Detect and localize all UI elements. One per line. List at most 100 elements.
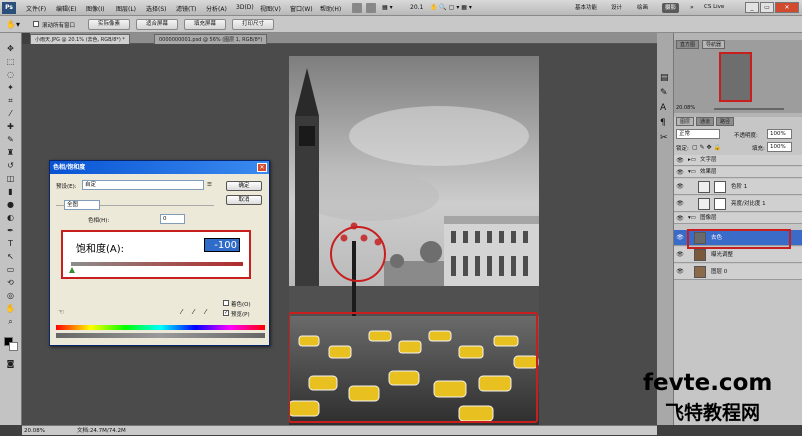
visibility-eye-icon[interactable]: 👁 (676, 167, 684, 178)
cs-live-button[interactable]: CS Live (704, 4, 724, 10)
crop-tool-icon[interactable]: ⌗ (5, 95, 16, 106)
clone-stamp-icon[interactable]: ♜ (5, 147, 16, 158)
tab-channels[interactable]: 通道 (696, 117, 715, 126)
3d-rotate-icon[interactable]: ⟲ (5, 277, 16, 288)
visibility-eye-icon[interactable]: 👁 (676, 179, 684, 195)
more-workspaces-icon[interactable]: » (690, 4, 694, 11)
history-icon[interactable]: ▤ (660, 73, 669, 83)
preview-checkbox[interactable]: ✓ (223, 310, 229, 316)
mini-bridge-icon[interactable] (366, 3, 376, 13)
visibility-eye-icon[interactable]: 👁 (676, 264, 684, 280)
saturation-slider-thumb[interactable] (69, 267, 75, 273)
workspace-photography[interactable]: 摄影 (662, 3, 680, 13)
pen-tool-icon[interactable]: ✒ (5, 225, 16, 236)
hand-icon[interactable]: ✋ 🔍 ▢ ▾ ▦ ▾ (430, 4, 472, 11)
menu-layer[interactable]: 图层(L) (116, 4, 136, 13)
zoom-level[interactable]: 20.1 (410, 4, 423, 11)
paragraph-icon[interactable]: ¶ (660, 118, 666, 128)
eyedropper-add-icon[interactable]: ⁄ (193, 308, 194, 316)
layer-levels[interactable]: 👁 色阶 1 (674, 179, 802, 195)
magic-wand-icon[interactable]: ✦ (5, 82, 16, 93)
tab-histogram[interactable]: 直方图 (676, 40, 700, 49)
grid-icon[interactable]: ▦ ▾ (382, 4, 393, 11)
tab-paths[interactable]: 路径 (716, 117, 735, 126)
workspace-design[interactable]: 设计 (608, 2, 625, 14)
saturation-input[interactable]: -100 (204, 238, 240, 252)
fill-input[interactable]: 100% (767, 142, 792, 152)
history-brush-icon[interactable]: ↺ (5, 160, 16, 171)
shape-tool-icon[interactable]: ▭ (5, 264, 16, 275)
dialog-close-icon[interactable]: ✕ (257, 163, 267, 172)
brush-tool-icon[interactable]: ✎ (5, 134, 16, 145)
tab-navigator[interactable]: 导航器 (702, 40, 726, 49)
layer-0[interactable]: 👁 图层 0 (674, 264, 802, 280)
hand-tool-icon[interactable]: ✋ (5, 303, 16, 314)
fit-screen-button[interactable]: 适合屏幕 (136, 19, 178, 30)
bridge-icon[interactable] (352, 3, 362, 13)
menu-edit[interactable]: 编辑(E) (56, 4, 76, 13)
on-image-adjust-icon[interactable]: ☜ (58, 308, 64, 316)
3d-orbit-icon[interactable]: ◎ (5, 290, 16, 301)
menu-select[interactable]: 选择(S) (146, 4, 167, 13)
navigator-zoom[interactable]: 20.08% (676, 105, 695, 111)
gradient-tool-icon[interactable]: ▮ (5, 186, 16, 197)
hand-tool-icon[interactable]: ✋▾ (6, 20, 20, 29)
menu-3d[interactable]: 3D(D) (236, 4, 254, 11)
layer-brightness-contrast[interactable]: 👁 亮度/对比度 1 (674, 196, 802, 212)
cancel-button[interactable]: 取消 (226, 195, 262, 205)
visibility-eye-icon[interactable]: 👁 (676, 155, 684, 166)
eyedropper-subtract-icon[interactable]: ⁄ (205, 308, 206, 316)
saturation-slider-track[interactable] (71, 262, 243, 266)
menu-image[interactable]: 图像(I) (86, 4, 104, 13)
ok-button[interactable]: 确定 (226, 181, 262, 191)
preset-select[interactable]: 自定 (82, 180, 204, 190)
tool-presets-icon[interactable]: ✂ (660, 133, 668, 143)
navigator-zoom-slider[interactable] (714, 108, 784, 110)
menu-filter[interactable]: 滤镜(T) (176, 4, 196, 13)
visibility-eye-icon[interactable]: 👁 (676, 213, 684, 224)
path-select-icon[interactable]: ↖ (5, 251, 16, 262)
eyedropper-icon[interactable]: ⁄ (181, 308, 182, 316)
background-color-swatch[interactable] (9, 342, 18, 351)
marquee-tool-icon[interactable]: ⬚ (5, 56, 16, 67)
print-size-button[interactable]: 打印尺寸 (232, 19, 274, 30)
zoom-tool-icon[interactable]: ⌕ (5, 316, 16, 327)
lasso-tool-icon[interactable]: ◌ (5, 69, 16, 80)
workspace-painting[interactable]: 绘画 (634, 2, 651, 14)
eraser-tool-icon[interactable]: ◫ (5, 173, 16, 184)
preset-options-icon[interactable]: ☰ (207, 182, 212, 188)
navigator-thumbnail[interactable] (719, 52, 752, 102)
character-icon[interactable]: A (660, 103, 666, 113)
dialog-title[interactable]: 色相/饱和度 (50, 161, 269, 174)
blur-tool-icon[interactable]: ● (5, 199, 16, 210)
channel-select[interactable]: 全图 (64, 200, 100, 210)
close-button[interactable]: ✕ (775, 2, 799, 13)
blend-mode-select[interactable]: 正常 (676, 129, 720, 139)
menu-file[interactable]: 文件(F) (26, 4, 46, 13)
type-tool-icon[interactable]: T (5, 238, 16, 249)
lock-icons[interactable]: ▢ ✎ ✥ 🔒 (692, 144, 721, 151)
layer-exposure[interactable]: 👁 曝光调整 (674, 247, 802, 263)
menu-help[interactable]: 帮助(H) (320, 4, 341, 13)
move-tool-icon[interactable]: ✥ (5, 43, 16, 54)
workspace-essentials[interactable]: 基本功能 (572, 2, 600, 14)
layer-mask-thumbnail[interactable] (714, 181, 726, 193)
healing-brush-icon[interactable]: ✚ (5, 121, 16, 132)
menu-window[interactable]: 窗口(W) (290, 4, 313, 13)
brush-presets-icon[interactable]: ✎ (660, 88, 668, 98)
dodge-tool-icon[interactable]: ◐ (5, 212, 16, 223)
layer-mask-thumbnail[interactable] (714, 198, 726, 210)
tab-document-2[interactable]: 0000000001.psd @ 56% (图层 1, RGB/8*) (154, 34, 268, 44)
menu-analysis[interactable]: 分析(A) (206, 4, 227, 13)
tab-document-1[interactable]: 小雨天.JPG @ 20.1% (去色, RGB/8*) * (30, 34, 130, 44)
layer-group-effects[interactable]: 👁 ▾▭ 效果层 (674, 167, 802, 178)
opacity-input[interactable]: 100% (767, 129, 792, 139)
restore-button[interactable]: ▭ (760, 2, 774, 13)
actual-pixels-button[interactable]: 实际像素 (88, 19, 130, 30)
quick-mask-icon[interactable]: ◙ (5, 358, 16, 369)
visibility-eye-icon[interactable]: 👁 (676, 230, 684, 246)
visibility-eye-icon[interactable]: 👁 (676, 247, 684, 263)
scroll-all-checkbox[interactable] (33, 21, 39, 27)
visibility-eye-icon[interactable]: 👁 (676, 196, 684, 212)
colorize-checkbox[interactable] (223, 300, 229, 306)
